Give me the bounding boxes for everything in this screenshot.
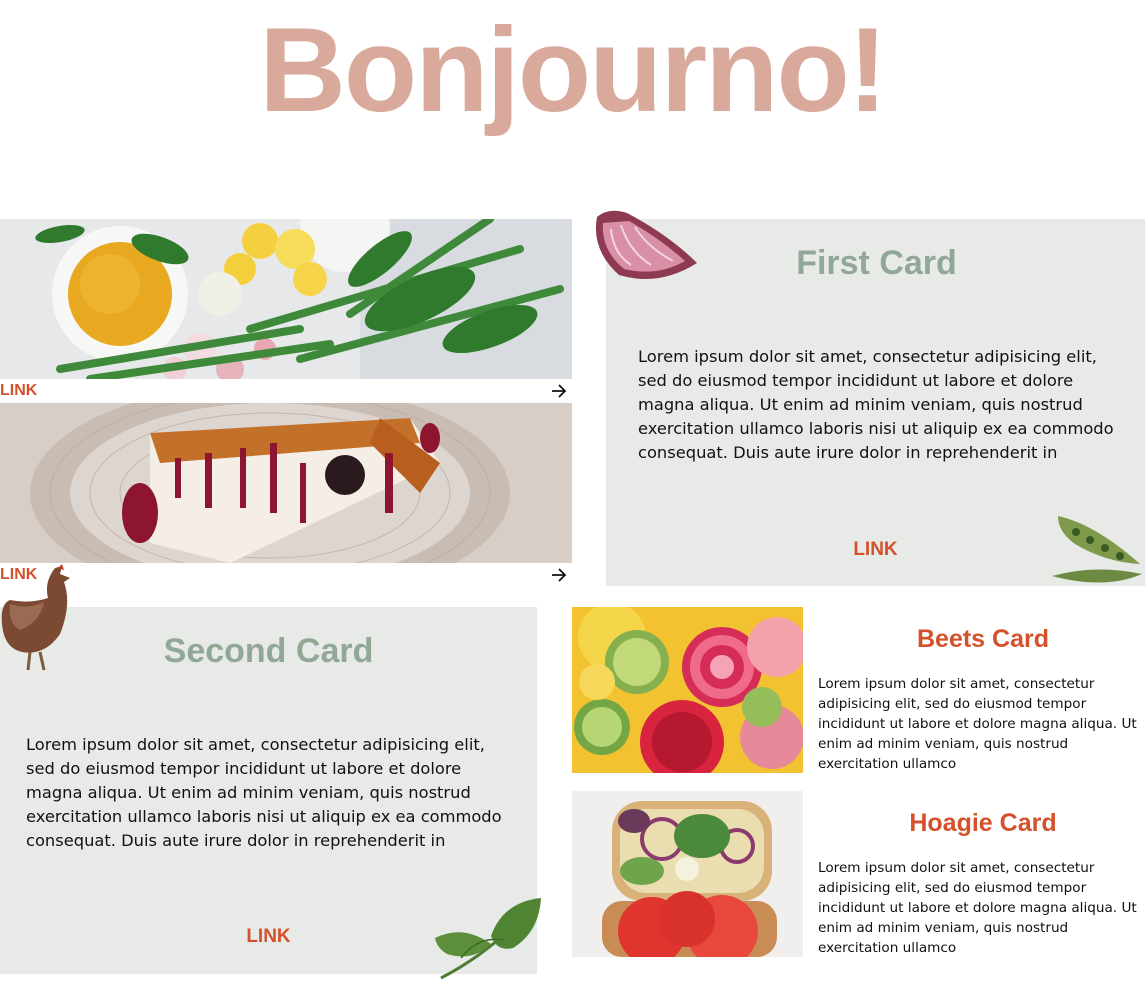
- hoagie-card-body: Lorem ipsum dolor sit amet, consectetur …: [818, 860, 1137, 956]
- vegetables-and-sauce-photo: [0, 219, 572, 379]
- vegetables-link[interactable]: LINK: [0, 382, 37, 400]
- beets-salad-photo: [572, 607, 803, 773]
- hoagie-sandwich-photo: [572, 791, 803, 957]
- red-onion-icon: [595, 210, 697, 279]
- beets-card-title: Beets Card: [917, 625, 1049, 653]
- first-card-body: Lorem ipsum dolor sit amet, consectetur …: [638, 347, 1114, 462]
- second-card-body: Lorem ipsum dolor sit amet, consectetur …: [26, 735, 502, 850]
- basil-leaf-icon: [435, 898, 541, 980]
- arrow-right-icon[interactable]: [550, 566, 568, 584]
- page-title: Bonjourno!: [259, 3, 887, 137]
- second-card-title: Second Card: [163, 632, 374, 670]
- arrow-right-icon[interactable]: [550, 382, 568, 400]
- chicken-icon: [1, 564, 71, 671]
- hoagie-card-title: Hoagie Card: [909, 809, 1057, 837]
- pea-pod-icon: [1052, 516, 1142, 583]
- beets-card-body: Lorem ipsum dolor sit amet, consectetur …: [818, 676, 1137, 772]
- cheesecake-photo: [0, 403, 572, 563]
